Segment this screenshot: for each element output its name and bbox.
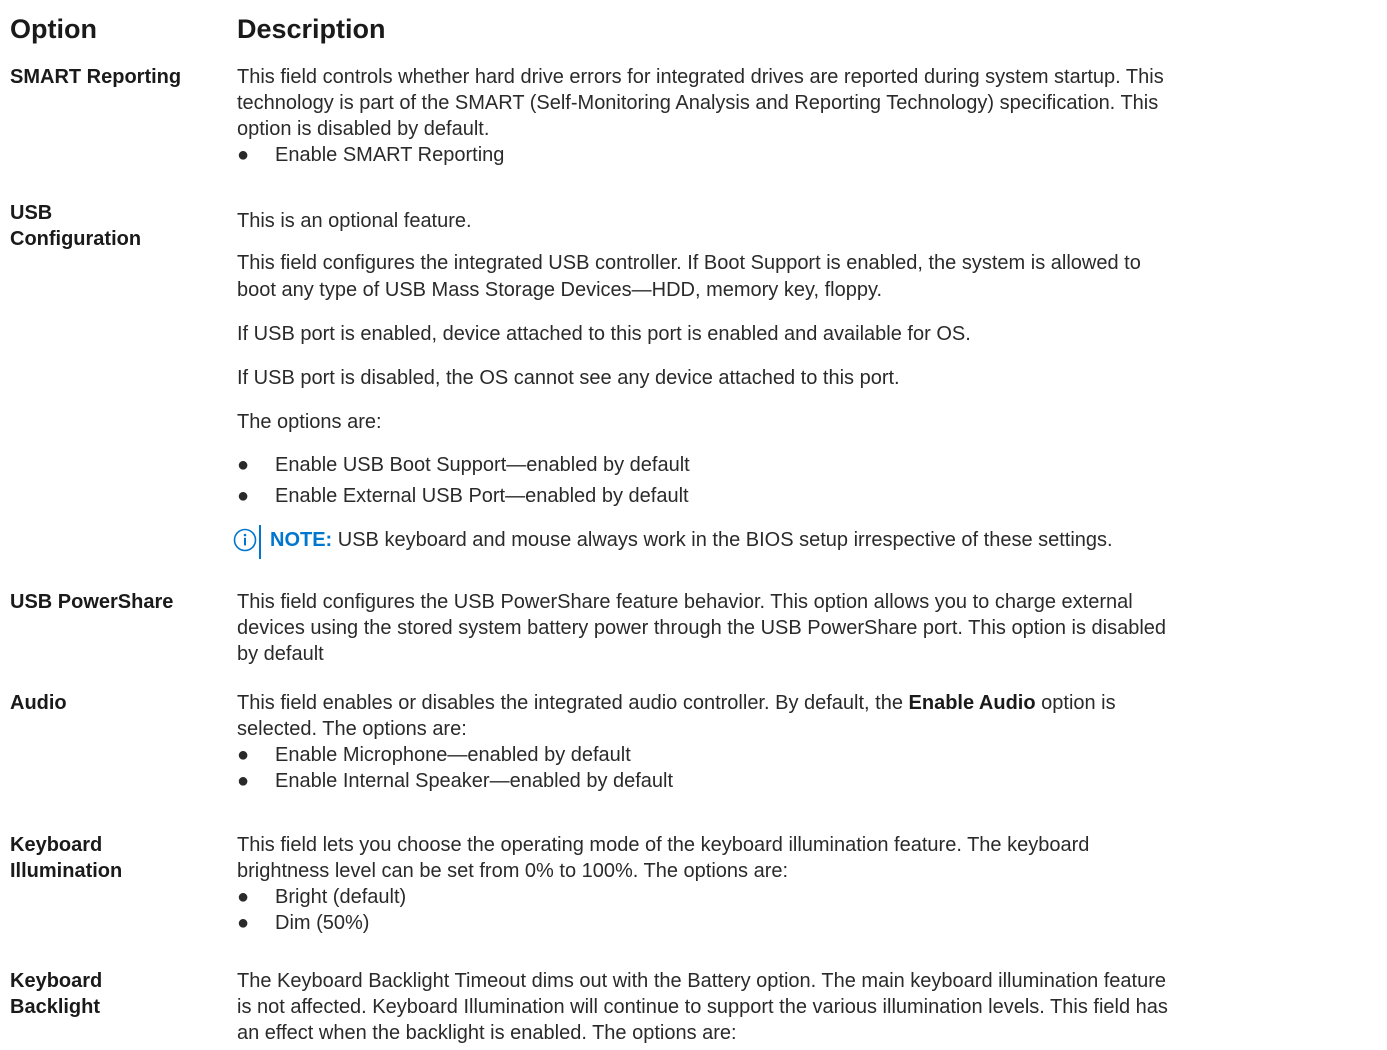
description-paragraph: The options are: (237, 411, 382, 433)
list-item: ● Bright (default) (237, 884, 1385, 910)
info-icon (233, 528, 257, 552)
description-line: brightness level can be set from 0% to 1… (237, 860, 789, 882)
option-description: This field enables or disables the integ… (237, 690, 1385, 794)
option-emphasis: Enable Audio (908, 692, 1036, 714)
note-body: USB keyboard and mouse always work in th… (332, 529, 1113, 551)
list-item: ● Enable Microphone—enabled by default (237, 742, 1385, 768)
option-name: SMART Reporting (10, 66, 182, 88)
list-item-text: Enable SMART Reporting (275, 144, 505, 166)
list-item-text: Enable External USB Port—enabled by defa… (275, 485, 689, 507)
description-line: boot any type of USB Mass Storage Device… (237, 279, 883, 301)
bullet-icon: ● (237, 144, 250, 166)
header-option: Option (10, 14, 97, 44)
bullet-icon: ● (237, 912, 250, 934)
list-item: ● Enable USB Boot Support—enabled by def… (237, 452, 690, 478)
description-line: This field configures the integrated USB… (237, 252, 1141, 274)
bullet-icon: ● (237, 454, 250, 476)
list-item: ● Dim (50%) (237, 910, 1385, 936)
bullet-icon: ● (237, 744, 250, 766)
header-description: Description (237, 14, 386, 44)
bullet-icon: ● (237, 485, 250, 507)
description-paragraph: This is an optional feature. (237, 210, 472, 232)
option-name-line: Illumination (10, 860, 123, 882)
description-line: an effect when the backlight is enabled.… (237, 1022, 737, 1044)
option-name-line: Keyboard (10, 834, 103, 856)
list-item-text: Enable USB Boot Support—enabled by defau… (275, 454, 690, 476)
description-line: This field lets you choose the operating… (237, 834, 1090, 856)
list-item-text: Dim (50%) (275, 912, 370, 934)
option-name-line: Keyboard (10, 970, 103, 992)
description-text: This field enables or disables the integ… (237, 692, 909, 714)
list-item: ● Enable Internal Speaker—enabled by def… (237, 768, 1385, 794)
option-name-line: USB (10, 202, 53, 224)
bios-options-table: Option Description SMART Reporting This … (0, 0, 1387, 1050)
description-line: technology is part of the SMART (Self-Mo… (237, 92, 1159, 114)
option-name: Keyboard Illumination (10, 832, 225, 884)
option-name-line: Configuration (10, 228, 142, 250)
description-line: This field controls whether hard drive e… (237, 66, 1164, 88)
description-line: option is disabled by default. (237, 118, 490, 140)
description-paragraph: If USB port is disabled, the OS cannot s… (237, 367, 900, 389)
note-divider (259, 525, 261, 559)
list-item: ● Enable External USB Port—enabled by de… (237, 483, 689, 509)
option-name: Keyboard Backlight (10, 968, 225, 1020)
description-line: selected. The options are: (237, 718, 467, 740)
option-description: This field controls whether hard drive e… (237, 64, 1385, 168)
table-header: Option Description (0, 12, 1387, 46)
bullet-icon: ● (237, 770, 250, 792)
list-item-text: Bright (default) (275, 886, 407, 908)
option-name: USB PowerShare (10, 591, 174, 613)
list-item: ● Enable SMART Reporting (237, 142, 1385, 168)
option-description: The Keyboard Backlight Timeout dims out … (237, 968, 1385, 1046)
option-name-line: Backlight (10, 996, 101, 1018)
description-line: The Keyboard Backlight Timeout dims out … (237, 970, 1167, 992)
option-name: Audio (10, 692, 67, 714)
note-callout: NOTE: USB keyboard and mouse always work… (233, 525, 1333, 559)
description-text: option is (1035, 692, 1116, 714)
description-line: devices using the stored system battery … (237, 617, 1167, 639)
note-label: NOTE: (270, 529, 333, 551)
list-item-text: Enable Microphone—enabled by default (275, 744, 631, 766)
description-paragraph: If USB port is enabled, device attached … (237, 323, 971, 345)
description-line: is not affected. Keyboard Illumination w… (237, 996, 1168, 1018)
option-description: This field lets you choose the operating… (237, 832, 1385, 936)
description-line: This field configures the USB PowerShare… (237, 591, 1133, 613)
description-line: by default (237, 643, 324, 665)
note-text: NOTE: USB keyboard and mouse always work… (270, 527, 1113, 553)
bullet-icon: ● (237, 886, 250, 908)
option-name: USB Configuration (10, 200, 225, 252)
description-line: This field enables or disables the integ… (237, 690, 1385, 716)
option-description: This field configures the USB PowerShare… (237, 589, 1385, 667)
list-item-text: Enable Internal Speaker—enabled by defau… (275, 770, 674, 792)
